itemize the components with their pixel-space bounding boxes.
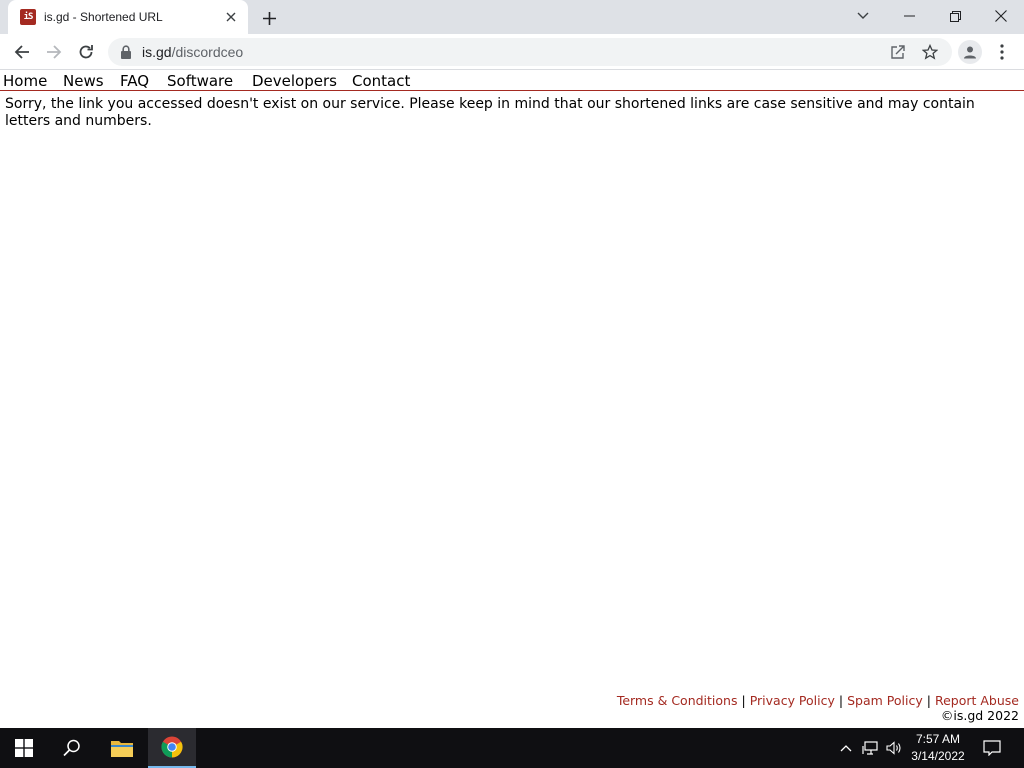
profile-button[interactable] — [958, 40, 982, 64]
url-path: /discordceo — [171, 44, 244, 60]
site-favicon-icon: iS — [20, 9, 36, 25]
network-button[interactable] — [860, 738, 880, 758]
address-bar[interactable]: is.gd/discordceo — [108, 38, 952, 66]
bookmark-button[interactable] — [920, 42, 940, 62]
site-navigation: Home News FAQ Software Developers Contac… — [0, 71, 1024, 91]
nav-link-contact[interactable]: Contact — [352, 72, 410, 90]
error-message: Sorry, the link you accessed doesn't exi… — [5, 96, 975, 129]
clock-date: 3/14/2022 — [911, 749, 965, 763]
show-hidden-icons-button[interactable] — [836, 738, 856, 758]
footer-link-terms[interactable]: Terms & Conditions — [617, 693, 738, 708]
restore-button[interactable] — [932, 0, 978, 32]
chrome-icon — [161, 736, 183, 758]
footer-separator: | — [741, 693, 746, 708]
share-button[interactable] — [888, 42, 908, 62]
chevron-up-icon — [840, 745, 852, 752]
favicon-text: iS — [23, 12, 34, 22]
url-text: is.gd/discordceo — [142, 44, 243, 60]
tab-title: is.gd - Shortened URL — [44, 10, 163, 24]
notification-icon — [983, 740, 1001, 756]
search-button[interactable] — [48, 728, 96, 768]
tab-strip: iS is.gd - Shortened URL — [0, 0, 1024, 34]
nav-link-faq[interactable]: FAQ — [120, 72, 149, 90]
taskbar-clock[interactable]: 7:57 AM 3/14/2022 — [900, 731, 976, 765]
footer-links: Terms & Conditions | Privacy Policy | Spam P… — [617, 693, 1019, 708]
nav-link-home[interactable]: Home — [3, 72, 47, 90]
search-icon — [63, 739, 80, 757]
reload-icon — [79, 45, 93, 59]
chevron-down-icon — [857, 12, 869, 19]
folder-icon — [111, 741, 133, 757]
arrow-left-icon — [14, 45, 29, 59]
nav-link-news[interactable]: News — [63, 72, 104, 90]
nav-link-software[interactable]: Software — [167, 72, 233, 90]
close-icon — [226, 12, 236, 22]
action-center-button[interactable] — [982, 738, 1002, 758]
site-footer: Terms & Conditions | Privacy Policy | Spam P… — [617, 693, 1019, 723]
new-tab-button[interactable] — [258, 7, 280, 29]
browser-tab[interactable]: iS is.gd - Shortened URL — [8, 0, 248, 34]
tab-search-button[interactable] — [840, 0, 886, 32]
share-icon — [891, 45, 905, 59]
url-host: is.gd — [142, 44, 172, 60]
arrow-right-icon — [47, 45, 62, 59]
star-icon — [922, 44, 938, 60]
windows-logo-icon — [15, 739, 33, 757]
close-icon — [995, 10, 1007, 22]
lock-icon — [121, 45, 131, 59]
browser-menu-button[interactable] — [992, 40, 1012, 64]
minimize-icon — [903, 15, 915, 17]
footer-separator: | — [926, 693, 931, 708]
plus-icon — [262, 11, 276, 25]
browser-toolbar: is.gd/discordceo — [0, 34, 1024, 70]
person-icon — [964, 46, 976, 59]
start-button[interactable] — [0, 728, 48, 768]
taskbar: 7:57 AM 3/14/2022 — [0, 728, 1024, 768]
close-window-button[interactable] — [978, 0, 1024, 32]
footer-link-privacy[interactable]: Privacy Policy — [750, 693, 835, 708]
footer-link-spam[interactable]: Spam Policy — [847, 693, 923, 708]
back-button[interactable] — [8, 38, 36, 66]
forward-button[interactable] — [40, 38, 68, 66]
chrome-taskbar-button[interactable] — [148, 728, 196, 768]
network-icon — [862, 741, 878, 755]
footer-link-report-abuse[interactable]: Report Abuse — [935, 693, 1019, 708]
nav-link-developers[interactable]: Developers — [252, 72, 337, 90]
clock-time: 7:57 AM — [915, 732, 961, 746]
footer-copyright: ©is.gd 2022 — [940, 708, 1019, 723]
file-explorer-button[interactable] — [98, 728, 146, 768]
minimize-button[interactable] — [886, 0, 932, 32]
kebab-menu-icon — [1000, 44, 1004, 60]
reload-button[interactable] — [72, 38, 100, 66]
restore-icon — [949, 10, 961, 22]
close-tab-button[interactable] — [223, 9, 239, 25]
footer-separator: | — [838, 693, 844, 708]
